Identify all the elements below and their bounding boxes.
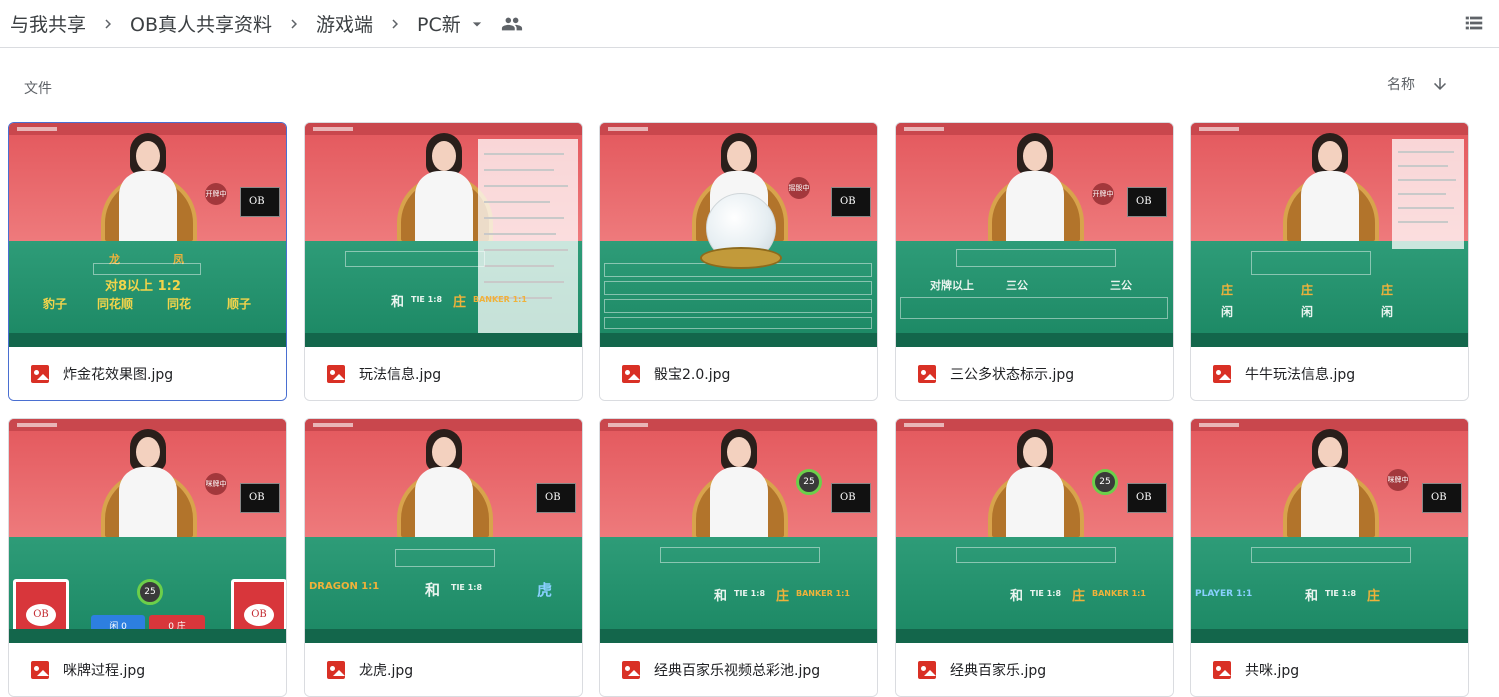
thumbnail-text: 和	[1305, 589, 1319, 604]
file-card[interactable]: 咪牌中 25 闲 0 0 庄 咪牌过程.jpg	[8, 418, 287, 697]
file-name: 龙虎.jpg	[359, 663, 414, 679]
thumbnail-text: BANKER 1:1	[1092, 589, 1146, 598]
file-card[interactable]: 开牌中 对牌以上 三公 三公 三公多状态标示.jpg	[895, 122, 1174, 401]
file-thumbnail: 摇骰中	[600, 123, 877, 347]
breadcrumb-current-folder[interactable]: PC新	[417, 10, 461, 37]
image-file-icon	[327, 661, 345, 679]
thumbnail-text: 闲	[1381, 305, 1394, 319]
file-name: 玩法信息.jpg	[359, 367, 442, 383]
thumbnail-text: 和	[714, 589, 728, 604]
chevron-right-icon	[272, 15, 316, 33]
thumbnail-text: 庄	[1221, 283, 1234, 297]
file-card[interactable]: 摇骰中 骰宝2.0.jpg	[599, 122, 878, 401]
file-name: 经典百家乐.jpg	[950, 663, 1047, 679]
file-card[interactable]: 25 和 TIE 1:8 庄 BANKER 1:1 经典百家乐.jpg	[895, 418, 1174, 697]
file-thumbnail: 庄 庄 庄 闲 闲 闲	[1191, 123, 1468, 347]
image-file-icon	[622, 661, 640, 679]
thumbnail-text: TIE 1:8	[451, 583, 483, 592]
file-name: 咪牌过程.jpg	[63, 663, 146, 679]
file-thumbnail: 咪牌中 25 闲 0 0 庄	[9, 419, 286, 643]
file-name: 骰宝2.0.jpg	[654, 367, 731, 383]
thumbnail-text: 同花	[167, 297, 192, 311]
file-thumbnail: 25 和 TIE 1:8 庄 BANKER 1:1	[896, 419, 1173, 643]
arrow-downward-icon[interactable]	[1431, 75, 1449, 93]
list-view-icon[interactable]	[1463, 12, 1485, 38]
file-thumbnail: 和 TIE 1:8 庄 BANKER 1:1	[305, 123, 582, 347]
breadcrumb-shared-with-me[interactable]: 与我共享	[10, 10, 86, 37]
thumbnail-text: BANKER 1:1	[473, 295, 527, 304]
thumbnail-text: PLAYER 1:1	[1195, 589, 1253, 599]
thumbnail-text: 闲	[1221, 305, 1234, 319]
thumbnail-text: 庄	[1367, 589, 1381, 604]
thumbnail-text: 25	[137, 579, 163, 605]
file-thumbnail: 开牌中 龙 凤 对8以上 1:2 豹子 同花顺 同花 顺子	[9, 123, 286, 347]
file-name: 牛牛玩法信息.jpg	[1245, 367, 1356, 383]
thumbnail-text: 顺子	[227, 297, 252, 311]
sort-label[interactable]: 名称	[1387, 74, 1415, 94]
image-file-icon	[1213, 365, 1231, 383]
breadcrumb: 与我共享 OB真人共享资料 游戏端 PC新	[0, 10, 523, 37]
top-bar: 与我共享 OB真人共享资料 游戏端 PC新	[0, 0, 1499, 48]
file-caption: 炸金花效果图.jpg	[9, 347, 286, 400]
thumbnail-text: 庄	[1072, 589, 1086, 604]
thumbnail-text: 对牌以上	[930, 279, 974, 292]
thumbnail-text: TIE 1:8	[734, 589, 766, 598]
file-card[interactable]: 和 TIE 1:8 庄 BANKER 1:1 玩法信息.jpg	[304, 122, 583, 401]
image-file-icon	[918, 365, 936, 383]
thumbnail-text: 同花顺	[97, 297, 134, 311]
file-thumbnail: DRAGON 1:1 和 TIE 1:8 虎	[305, 419, 582, 643]
file-thumbnail: 咪牌中 PLAYER 1:1 和 TIE 1:8 庄	[1191, 419, 1468, 643]
image-file-icon	[622, 365, 640, 383]
thumbnail-text: 豹子	[43, 297, 68, 311]
image-file-icon	[31, 365, 49, 383]
thumbnail-text: TIE 1:8	[411, 295, 443, 304]
file-card[interactable]: 开牌中 龙 凤 对8以上 1:2 豹子 同花顺 同花 顺子 炸金花效果图.jpg	[8, 122, 287, 401]
thumbnail-text: BANKER 1:1	[796, 589, 850, 598]
thumbnail-text: 庄	[776, 589, 790, 604]
thumbnail-text: 闲	[1301, 305, 1314, 319]
file-caption: 三公多状态标示.jpg	[896, 347, 1173, 400]
file-name: 三公多状态标示.jpg	[950, 367, 1075, 383]
thumbnail-text: TIE 1:8	[1030, 589, 1062, 598]
file-caption: 骰宝2.0.jpg	[600, 347, 877, 400]
image-file-icon	[327, 365, 345, 383]
thumbnail-text: 和	[391, 295, 405, 310]
section-label: 文件	[24, 81, 52, 97]
thumbnail-text: 和	[425, 581, 441, 599]
file-card[interactable]: 咪牌中 PLAYER 1:1 和 TIE 1:8 庄 共咪.jpg	[1190, 418, 1469, 697]
thumbnail-text: TIE 1:8	[1325, 589, 1357, 598]
file-list-toolbar: 文件 名称	[0, 48, 1499, 120]
file-thumbnail: 开牌中 对牌以上 三公 三公	[896, 123, 1173, 347]
thumbnail-text: 庄	[1381, 283, 1394, 297]
file-name: 经典百家乐视频总彩池.jpg	[654, 663, 821, 679]
thumbnail-text: 25	[1092, 469, 1118, 495]
file-card[interactable]: DRAGON 1:1 和 TIE 1:8 虎 龙虎.jpg	[304, 418, 583, 697]
thumbnail-text: DRAGON 1:1	[309, 581, 380, 592]
file-name: 炸金花效果图.jpg	[63, 367, 174, 383]
chevron-right-icon	[373, 15, 417, 33]
breadcrumb-ob-shared[interactable]: OB真人共享资料	[130, 10, 272, 37]
chevron-right-icon	[86, 15, 130, 33]
file-card[interactable]: 庄 庄 庄 闲 闲 闲 牛牛玩法信息.jpg	[1190, 122, 1469, 401]
image-file-icon	[31, 661, 49, 679]
file-card[interactable]: 25 和 TIE 1:8 庄 BANKER 1:1 经典百家乐视频总彩池.jpg	[599, 418, 878, 697]
file-name: 共咪.jpg	[1245, 663, 1300, 679]
people-icon[interactable]	[501, 13, 523, 35]
thumbnail-text: 庄	[453, 295, 467, 310]
file-caption: 玩法信息.jpg	[305, 347, 582, 400]
file-caption: 牛牛玩法信息.jpg	[1191, 347, 1468, 400]
thumbnail-text: 和	[1010, 589, 1024, 604]
thumbnail-text: 虎	[537, 581, 553, 599]
thumbnail-text: 三公	[1110, 279, 1132, 292]
breadcrumb-game-client[interactable]: 游戏端	[316, 10, 373, 37]
thumbnail-text: 三公	[1006, 279, 1028, 292]
file-thumbnail: 25 和 TIE 1:8 庄 BANKER 1:1	[600, 419, 877, 643]
image-file-icon	[918, 661, 936, 679]
sort-control[interactable]: 名称	[1387, 74, 1449, 94]
arrow-drop-down-icon[interactable]	[467, 14, 487, 34]
thumbnail-text: 25	[796, 469, 822, 495]
image-file-icon	[1213, 661, 1231, 679]
thumbnail-text: 对8以上 1:2	[105, 279, 181, 294]
thumbnail-text: 庄	[1301, 283, 1314, 297]
